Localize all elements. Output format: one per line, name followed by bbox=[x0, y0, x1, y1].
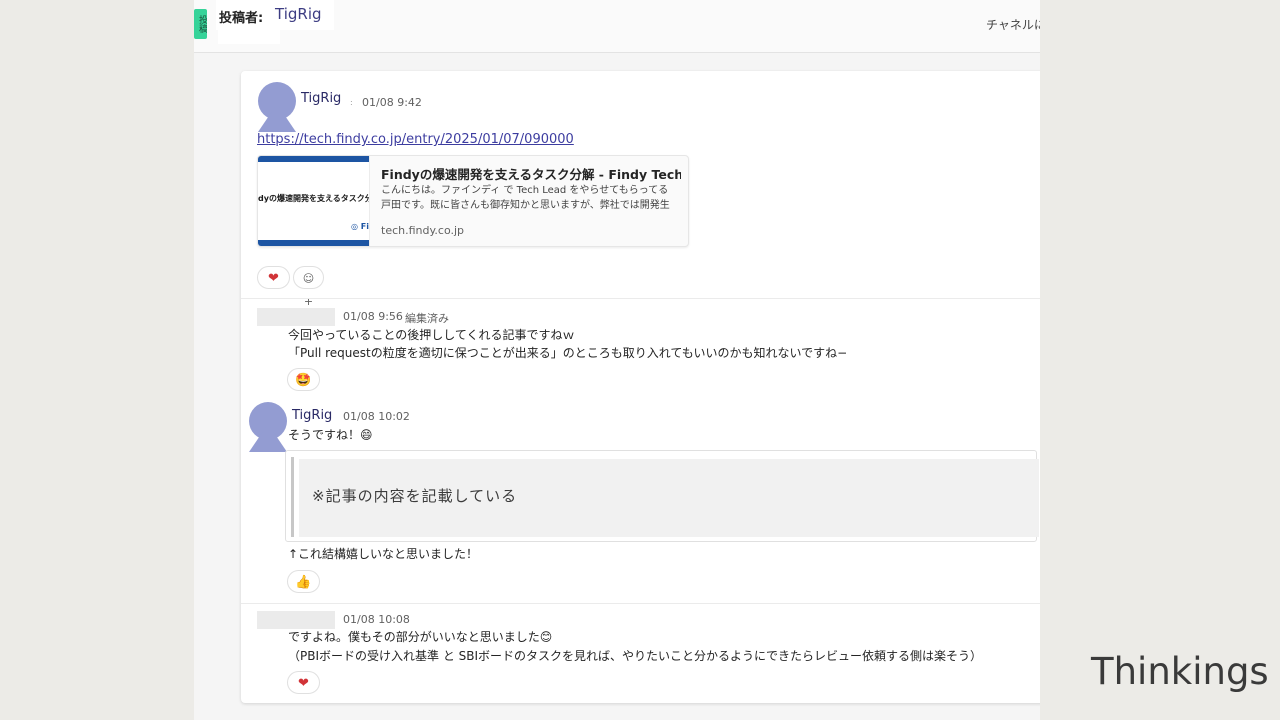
reply-author-name[interactable]: TigRig bbox=[292, 408, 332, 423]
channel-header: 投稿 投稿者: TigRig チャネルに移 bbox=[194, 0, 1040, 53]
poster-label: 投稿者: bbox=[219, 11, 264, 26]
poster-name: TigRig bbox=[275, 5, 322, 23]
heart-reaction[interactable]: ❤ bbox=[257, 266, 290, 289]
reply-text-line: ですよね。僕もその部分がいいなと思いました😊 bbox=[288, 630, 553, 644]
quote-bar bbox=[291, 457, 294, 537]
avatar[interactable] bbox=[256, 82, 298, 134]
thumb-band-bottom bbox=[258, 240, 369, 246]
thumb-title-text: dyの爆速開発を支えるタスク分 bbox=[258, 194, 370, 203]
reply-text-line: ↑これ結構嬉しいなと思いました！ bbox=[288, 547, 479, 561]
thumbs-up-reaction[interactable]: 👍 bbox=[287, 570, 320, 593]
reply-timestamp: 01/08 10:02 bbox=[343, 410, 410, 423]
preview-description: こんにちは。ファインディ で Tech Lead をやらせてもらってる戸田です。… bbox=[381, 185, 670, 211]
quote-box: ※記事の内容を記載している bbox=[299, 459, 1039, 537]
post-author-name[interactable]: TigRig bbox=[301, 91, 341, 106]
reply-divider bbox=[241, 603, 1040, 604]
redacted-author bbox=[257, 308, 335, 326]
edited-label: 編集済み bbox=[405, 312, 449, 325]
preview-title: Findyの爆速開発を支えるタスク分解 - Findy Tech B... bbox=[381, 167, 681, 182]
separator-dot: : bbox=[350, 98, 353, 107]
go-to-channel-link[interactable]: チャネルに移 bbox=[986, 16, 1040, 33]
preview-domain: tech.findy.co.jp bbox=[381, 224, 465, 237]
preview-thumbnail: dyの爆速開発を支えるタスク分 ◎ Fi bbox=[258, 156, 370, 246]
link-preview-card[interactable]: dyの爆速開発を支えるタスク分 ◎ Fi Findyの爆速開発を支えるタスク分解… bbox=[257, 155, 689, 247]
reply-text-line: そうですね！😄 bbox=[288, 428, 373, 442]
reply-timestamp: 01/08 10:08 bbox=[343, 613, 410, 626]
avatar[interactable] bbox=[247, 402, 289, 454]
reply-divider bbox=[241, 298, 1040, 299]
posts-side-tab[interactable]: 投稿 bbox=[194, 9, 207, 39]
findy-logo: ◎ Fi bbox=[351, 222, 369, 231]
thinkings-brand-logo: Thinkings bbox=[1091, 650, 1269, 693]
star-struck-reaction[interactable]: 🤩 bbox=[287, 368, 320, 391]
post-timestamp: 01/08 9:42 bbox=[362, 96, 422, 109]
thumb-band-top bbox=[258, 156, 369, 162]
redacted-author bbox=[257, 611, 335, 629]
teams-app-window: 投稿 投稿者: TigRig チャネルに移 TigRig : 01/08 9:4… bbox=[194, 0, 1040, 720]
redacted-area bbox=[218, 30, 280, 44]
reply-text-line: 今回やっていることの後押ししてくれる記事ですねｗ bbox=[288, 328, 575, 342]
quoted-block: ※記事の内容を記載している bbox=[285, 450, 1039, 542]
article-link[interactable]: https://tech.findy.co.jp/entry/2025/01/0… bbox=[257, 132, 574, 147]
heart-reaction[interactable]: ❤ bbox=[287, 671, 320, 694]
reply-timestamp: 01/08 9:56 bbox=[343, 310, 403, 323]
quote-text: ※記事の内容を記載している bbox=[312, 487, 518, 505]
reply-text-line: 「Pull requestの粒度を適切に保つことが出来る」のところも取り入れても… bbox=[288, 346, 848, 360]
reply-text-line: （PBIボードの受け入れ基準 と SBIボードのタスクを見れば、やりたいこと分か… bbox=[288, 649, 983, 663]
thread-card: TigRig : 01/08 9:42 https://tech.findy.c… bbox=[241, 71, 1040, 703]
add-reaction-icon[interactable]: ☺+ bbox=[293, 266, 324, 308]
